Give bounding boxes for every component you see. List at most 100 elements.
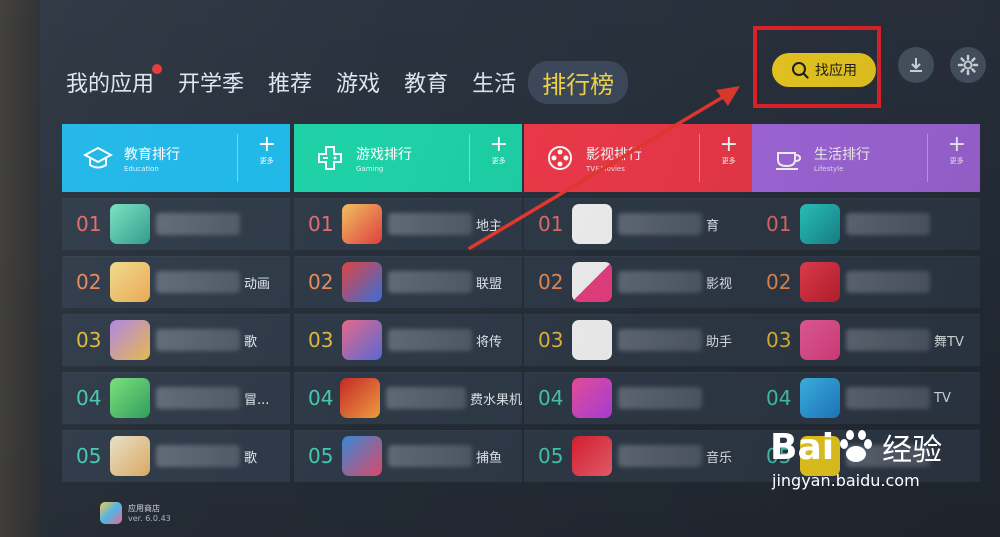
app-icon — [800, 320, 840, 360]
baidu-jingyan-watermark: Bai 经验 jingyan.baidu.com — [770, 425, 990, 525]
watermark-url: jingyan.baidu.com — [772, 471, 920, 490]
list-item[interactable]: 02 — [752, 256, 980, 308]
gear-icon — [957, 54, 979, 76]
blurred-name — [388, 271, 472, 293]
rank-number: 01 — [76, 212, 102, 236]
app-icon — [572, 436, 612, 476]
rank-number: 04 — [76, 386, 102, 410]
app-icon — [110, 262, 150, 302]
list-item[interactable]: 05 歌 — [62, 430, 290, 482]
app-icon — [110, 204, 150, 244]
column-title: 生活排行 — [814, 146, 870, 163]
rank-number: 03 — [308, 328, 334, 352]
app-icon — [572, 262, 612, 302]
list-item[interactable]: 01 — [62, 198, 290, 250]
app-icon — [342, 320, 382, 360]
settings-button[interactable] — [950, 47, 986, 83]
more-button[interactable]: + 更多 — [258, 134, 276, 166]
blurred-name — [846, 213, 930, 235]
coffee-cup-icon — [768, 138, 808, 178]
more-button[interactable]: + 更多 — [948, 134, 966, 166]
blurred-name — [388, 445, 472, 467]
list-item[interactable]: 03 舞TV — [752, 314, 980, 366]
app-name: 助手 — [706, 334, 733, 350]
blurred-name — [388, 329, 472, 351]
rank-number: 01 — [308, 212, 334, 236]
app-icon — [110, 320, 150, 360]
app-name: 歌 — [244, 334, 258, 350]
nav-education[interactable]: 教育 — [404, 66, 448, 98]
list-item[interactable]: 03 将传 — [294, 314, 522, 366]
nav-back-to-school[interactable]: 开学季 — [178, 66, 244, 98]
list-item[interactable]: 02 联盟 — [294, 256, 522, 308]
blurred-name — [618, 445, 702, 467]
app-icon — [342, 436, 382, 476]
app-icon — [572, 378, 612, 418]
download-button[interactable] — [898, 47, 934, 83]
app-name: 费水果机 — [469, 392, 522, 408]
more-label: 更多 — [259, 157, 274, 165]
graduation-cap-icon — [78, 138, 118, 178]
rank-number: 04 — [538, 386, 564, 410]
list-item[interactable]: 03 助手 — [524, 314, 752, 366]
rank-number: 02 — [538, 270, 564, 294]
app-icon — [800, 378, 840, 418]
column-subtitle: Lifestyle — [814, 164, 844, 173]
list-item[interactable]: 03 歌 — [62, 314, 290, 366]
nav-my-apps[interactable]: 我的应用 — [66, 64, 163, 98]
education-ranking-column: 教育排行 Education + 更多 01 02 动画 03 歌 04 冒... 0… — [62, 124, 290, 482]
app-name: TV — [934, 390, 951, 406]
rank-number: 05 — [308, 444, 334, 468]
app-store-badge: 应用商店 ver. 6.0.43 — [100, 502, 171, 524]
tv-bezel-left — [0, 0, 40, 537]
app-icon — [110, 378, 150, 418]
app-name: 动画 — [244, 276, 271, 292]
list-item[interactable]: 05 捕鱼 — [294, 430, 522, 482]
rank-number: 03 — [538, 328, 564, 352]
rank-number: 03 — [766, 328, 792, 352]
store-name: 应用商店 — [128, 504, 160, 513]
blurred-name — [386, 387, 466, 409]
app-name: 歌 — [244, 450, 258, 466]
store-version: ver. 6.0.43 — [128, 514, 171, 523]
column-title: 教育排行 — [124, 146, 180, 163]
column-title: 游戏排行 — [356, 146, 412, 163]
app-name: 捕鱼 — [476, 450, 503, 466]
list-item[interactable]: 01 — [752, 198, 980, 250]
gamepad-icon — [310, 138, 350, 178]
blurred-name — [846, 387, 930, 409]
app-icon — [800, 204, 840, 244]
blurred-name — [156, 387, 240, 409]
list-item[interactable]: 02 影视 — [524, 256, 752, 308]
app-name: 将传 — [476, 334, 503, 350]
app-name: 音乐 — [706, 450, 733, 466]
watermark-cn: 经验 — [882, 433, 943, 468]
paw-icon — [840, 430, 873, 462]
list-item[interactable]: 04 TV — [752, 372, 980, 424]
app-name: 联盟 — [476, 276, 503, 292]
column-header[interactable]: 教育排行 Education + 更多 — [62, 124, 290, 192]
list-item[interactable]: 04 费水果机 — [294, 372, 522, 424]
nav-games[interactable]: 游戏 — [336, 66, 380, 98]
download-icon — [910, 58, 922, 72]
rank-number: 02 — [308, 270, 334, 294]
blurred-name — [156, 271, 240, 293]
rank-number: 04 — [766, 386, 792, 410]
app-name: 冒... — [244, 392, 270, 408]
nav-recommended[interactable]: 推荐 — [268, 66, 312, 98]
app-icon — [342, 204, 382, 244]
app-name: 影视 — [706, 276, 733, 292]
blurred-name — [618, 387, 702, 409]
column-subtitle: Gaming — [356, 164, 384, 173]
annotation-arrow — [468, 86, 740, 250]
list-item[interactable]: 04 冒... — [62, 372, 290, 424]
more-label: 更多 — [949, 157, 964, 165]
list-item[interactable]: 05 音乐 — [524, 430, 752, 482]
list-item[interactable]: 02 动画 — [62, 256, 290, 308]
list-item[interactable]: 04 — [524, 372, 752, 424]
blurred-name — [846, 329, 930, 351]
plus-icon: + — [257, 132, 276, 157]
column-header[interactable]: 生活排行 Lifestyle + 更多 — [752, 124, 980, 192]
rank-number: 04 — [308, 386, 334, 410]
rank-number: 03 — [76, 328, 102, 352]
